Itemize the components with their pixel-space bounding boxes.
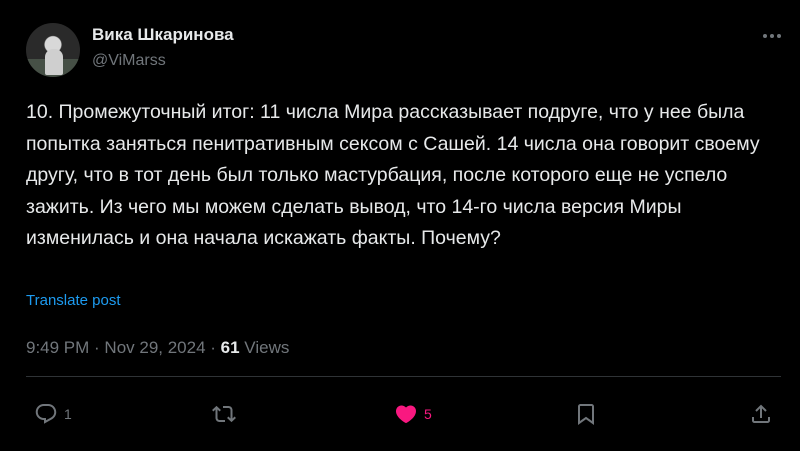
views-count: 61 (220, 338, 240, 357)
share-button[interactable] (749, 400, 773, 428)
views-label: Views (239, 338, 290, 357)
timestamp[interactable]: 9:49 PM · Nov 29, 2024 · (26, 338, 221, 357)
like-button[interactable]: 5 (394, 400, 432, 428)
like-count: 5 (424, 406, 432, 422)
reply-icon (35, 404, 57, 424)
reply-button[interactable]: 1 (34, 400, 72, 428)
share-icon (752, 404, 770, 423)
reply-count: 1 (64, 406, 72, 422)
post-meta: 9:49 PM · Nov 29, 2024 · 61 Views (26, 338, 289, 358)
retweet-button[interactable] (212, 400, 236, 428)
more-icon[interactable] (760, 24, 784, 48)
retweet-icon (212, 405, 236, 423)
author-handle[interactable]: @ViMarss (92, 52, 166, 70)
bookmark-button[interactable] (574, 400, 598, 428)
heart-icon (395, 405, 417, 424)
author-name[interactable]: Вика Шкаринова (92, 25, 234, 45)
translate-post-link[interactable]: Translate post (26, 292, 121, 309)
avatar[interactable] (26, 23, 80, 77)
divider (26, 376, 781, 377)
bookmark-icon (578, 404, 594, 425)
post-text: 10. Промежуточный итог: 11 числа Мира ра… (26, 101, 760, 249)
tweet: Вика Шкаринова @ViMarss 10. Промежуточны… (0, 0, 800, 451)
